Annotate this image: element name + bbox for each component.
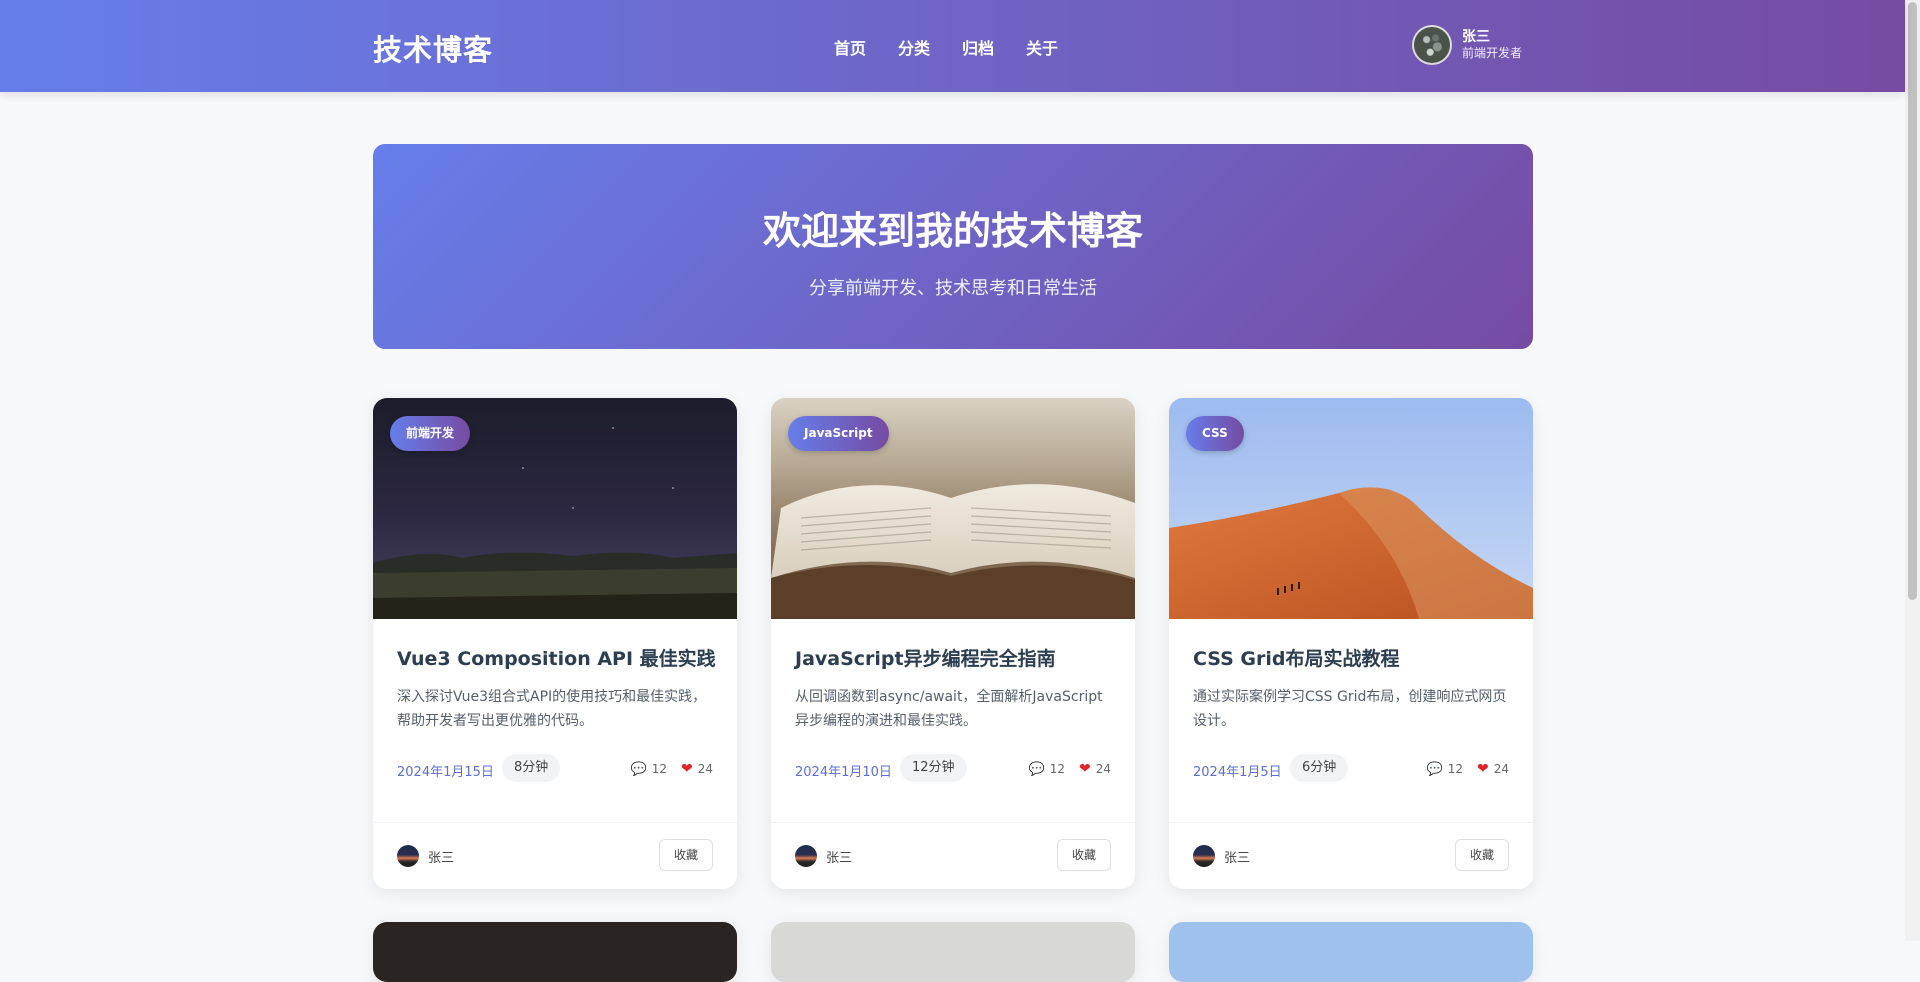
like-count-value: 24	[1095, 762, 1111, 776]
nav-about[interactable]: 关于	[1026, 35, 1058, 59]
like-count[interactable]: ❤ 24	[1079, 761, 1111, 777]
scrollbar-thumb[interactable]	[1908, 2, 1917, 600]
read-time-badge: 6分钟	[1290, 754, 1349, 782]
post-author[interactable]: 张三	[795, 845, 852, 867]
post-meta: 2024年1月15日 8分钟 💬 12 ❤ 24	[397, 754, 713, 784]
author-avatar	[1193, 845, 1215, 867]
post-title[interactable]: Vue3 Composition API 最佳实践	[397, 644, 717, 671]
post-category-tag[interactable]: 前端开发	[390, 416, 471, 451]
post-date: 2024年1月10日	[795, 765, 892, 780]
post-footer: 张三 收藏	[1169, 822, 1533, 889]
post-card[interactable]: CSS CSS Grid布局实战教程 通过实际案例学习CSS Grid布局，创建…	[1169, 398, 1533, 889]
like-count-value: 24	[697, 762, 713, 776]
comment-icon: 💬	[1028, 761, 1045, 777]
heart-icon: ❤	[1078, 761, 1091, 777]
like-count[interactable]: ❤ 24	[1477, 761, 1509, 777]
user-name: 张三	[1462, 28, 1490, 45]
post-footer: 张三 收藏	[373, 822, 737, 889]
post-title[interactable]: JavaScript异步编程完全指南	[795, 644, 1115, 671]
post-card[interactable]: 前端开发 Vue3 Composition API 最佳实践 深入探讨Vue3组…	[373, 398, 737, 889]
favorite-button[interactable]: 收藏	[1454, 839, 1509, 871]
hero-subtitle: 分享前端开发、技术思考和日常生活	[809, 278, 1097, 299]
author-name: 张三	[1224, 850, 1251, 866]
comment-count[interactable]: 💬 12	[631, 761, 667, 777]
favorite-button[interactable]: 收藏	[1056, 839, 1111, 871]
comment-icon: 💬	[1426, 761, 1443, 777]
post-excerpt: 通过实际案例学习CSS Grid布局，创建响应式网页设计。	[1193, 689, 1507, 729]
post-card-partial[interactable]	[373, 922, 737, 982]
author-name: 张三	[826, 850, 853, 866]
post-stats: 💬 12 ❤ 24	[1029, 761, 1111, 777]
comment-count-value: 12	[651, 762, 667, 776]
read-time-badge: 8分钟	[502, 754, 561, 782]
comment-count[interactable]: 💬 12	[1427, 761, 1463, 777]
post-date: 2024年1月15日	[397, 765, 494, 780]
post-meta: 2024年1月10日 12分钟 💬 12 ❤ 24	[795, 754, 1111, 784]
author-avatar	[795, 845, 817, 867]
post-card-partial[interactable]	[1169, 922, 1533, 982]
post-category-tag[interactable]: JavaScript	[788, 416, 889, 451]
heart-icon: ❤	[1476, 761, 1489, 777]
post-stats: 💬 12 ❤ 24	[1427, 761, 1509, 777]
post-stats: 💬 12 ❤ 24	[631, 761, 713, 777]
post-meta: 2024年1月5日 6分钟 💬 12 ❤ 24	[1193, 754, 1509, 784]
desert-dune-icon[interactable]: CSS	[1169, 398, 1533, 619]
post-author[interactable]: 张三	[1193, 845, 1250, 867]
comment-icon: 💬	[630, 761, 647, 777]
heart-icon: ❤	[680, 761, 693, 777]
post-category-tag[interactable]: CSS	[1186, 416, 1244, 451]
nav-categories[interactable]: 分类	[898, 35, 930, 59]
read-time-badge: 12分钟	[900, 754, 967, 782]
user-role: 前端开发者	[1462, 46, 1523, 61]
comment-count-value: 12	[1049, 762, 1065, 776]
hero-banner: 欢迎来到我的技术博客 分享前端开发、技术思考和日常生活	[373, 144, 1533, 349]
post-footer: 张三 收藏	[771, 822, 1135, 889]
site-logo[interactable]: 技术博客	[373, 27, 493, 69]
user-profile[interactable]: 张三 前端开发者	[1412, 25, 1522, 65]
comment-count[interactable]: 💬 12	[1029, 761, 1065, 777]
nav-archive[interactable]: 归档	[962, 35, 994, 59]
night-sky-icon[interactable]: 前端开发	[373, 398, 737, 619]
post-excerpt: 从回调函数到async/await，全面解析JavaScript异步编程的演进和…	[795, 689, 1103, 729]
post-title[interactable]: CSS Grid布局实战教程	[1193, 644, 1513, 671]
open-book-icon[interactable]: JavaScript	[771, 398, 1135, 619]
page-scrollbar[interactable]	[1905, 0, 1920, 941]
post-author[interactable]: 张三	[397, 845, 454, 867]
post-date: 2024年1月5日	[1193, 765, 1282, 780]
hero-title: 欢迎来到我的技术博客	[762, 209, 1143, 253]
like-count[interactable]: ❤ 24	[681, 761, 713, 777]
post-excerpt: 深入探讨Vue3组合式API的使用技巧和最佳实践，帮助开发者写出更优雅的代码。	[397, 689, 707, 729]
author-avatar	[397, 845, 419, 867]
user-avatar[interactable]	[1412, 25, 1452, 65]
site-header: 技术博客 首页 分类 归档 关于 张三 前端开发者	[0, 0, 1905, 92]
comment-count-value: 12	[1447, 762, 1463, 776]
nav-home[interactable]: 首页	[834, 35, 866, 59]
post-card[interactable]: JavaScript JavaScript异步编程完全指南 从回调函数到asyn…	[771, 398, 1135, 889]
author-name: 张三	[428, 850, 455, 866]
user-info: 张三 前端开发者	[1462, 29, 1522, 62]
favorite-button[interactable]: 收藏	[658, 839, 713, 871]
like-count-value: 24	[1493, 762, 1509, 776]
post-card-partial[interactable]	[771, 922, 1135, 982]
main-nav: 首页 分类 归档 关于	[834, 35, 1058, 59]
